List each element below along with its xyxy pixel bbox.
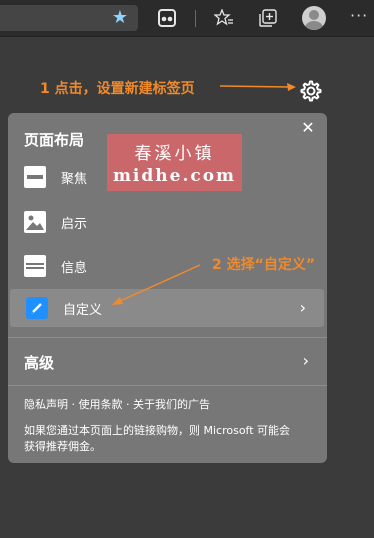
layout-informational-icon (24, 255, 46, 277)
more-icon[interactable]: ··· (350, 6, 368, 25)
pencil-icon (26, 297, 48, 319)
advanced-section-title: 高级 (24, 354, 55, 372)
collections-icon[interactable] (156, 7, 178, 29)
toolbar-separator (195, 10, 196, 27)
close-icon[interactable]: ✕ (299, 119, 317, 137)
advanced-section[interactable]: 高级 › (8, 338, 327, 384)
layout-option-label: 自定义 (63, 303, 103, 318)
watermark: 春溪小镇 midhe.com (107, 134, 242, 191)
annotation-step1: 1 点击，设置新建标签页 (40, 81, 195, 97)
chevron-right-icon: › (299, 298, 306, 317)
profile-icon[interactable] (302, 6, 326, 30)
layout-option-label: 聚焦 (61, 171, 88, 187)
favorites-icon[interactable] (213, 7, 235, 29)
watermark-line2: midhe.com (112, 166, 237, 186)
divider (8, 385, 327, 386)
layout-inspirational-icon (24, 211, 46, 233)
star-icon[interactable]: ★ (110, 8, 130, 28)
layout-focused-icon (24, 166, 46, 188)
gear-icon[interactable] (299, 79, 323, 103)
annotation-step2: 2 选择“自定义” (212, 257, 316, 273)
footer-links[interactable]: 隐私声明 · 使用条款 · 关于我们的广告 (24, 397, 210, 413)
address-bar[interactable]: ★ (0, 5, 138, 31)
layout-option-inspirational[interactable]: 启示 (24, 205, 319, 239)
annotation-arrow-1 (219, 83, 296, 91)
layout-option-label: 信息 (61, 260, 88, 276)
chevron-right-icon: › (302, 351, 309, 370)
footer-note-line2: 获得推荐佣金。 (24, 440, 101, 453)
browser-toolbar: ★ ··· (0, 0, 374, 37)
watermark-line1: 春溪小镇 (134, 144, 215, 164)
panel-title: 页面布局 (24, 131, 85, 149)
footer-note-line1: 如果您通过本页面上的链接购物，则 Microsoft 可能会 (24, 424, 291, 437)
annotation-arrow-2 (112, 264, 201, 305)
tabs-icon[interactable] (257, 7, 279, 29)
layout-option-label: 启示 (61, 216, 88, 232)
